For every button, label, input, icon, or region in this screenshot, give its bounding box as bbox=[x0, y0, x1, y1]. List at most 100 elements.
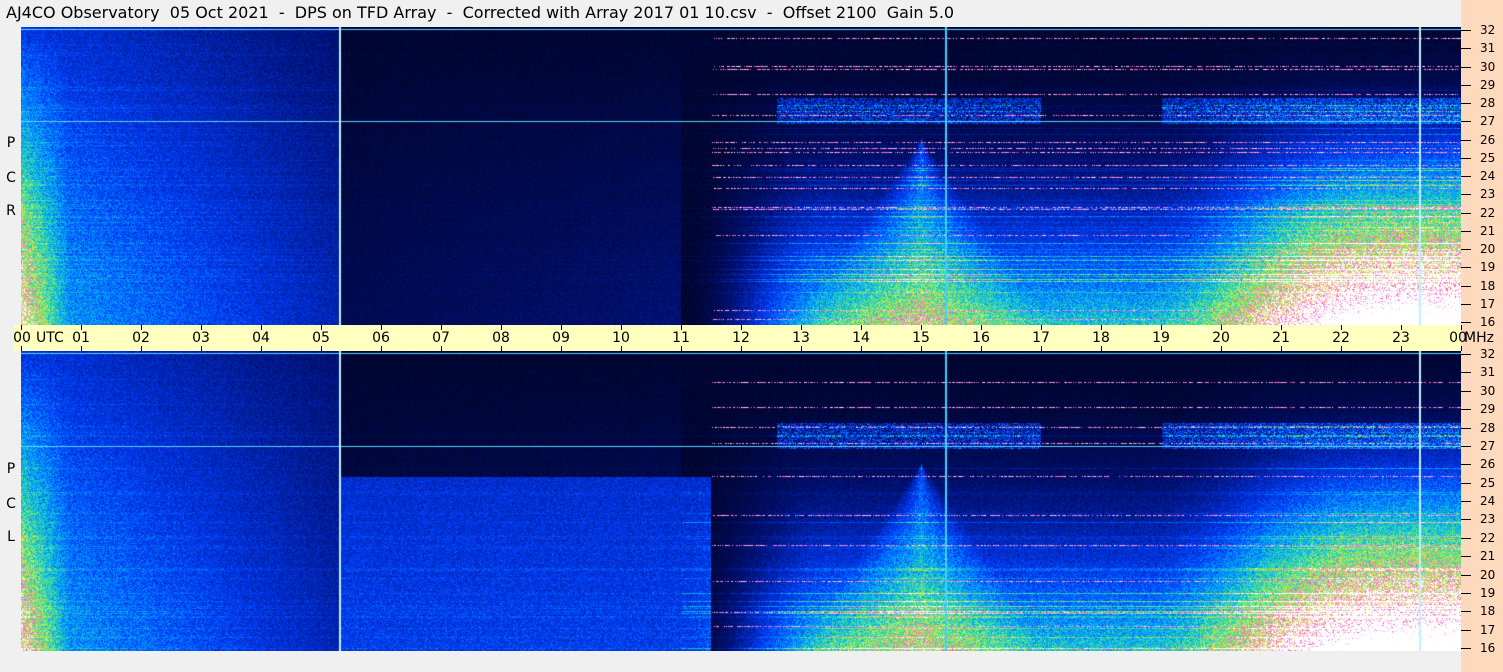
x-tick bbox=[21, 346, 22, 351]
y-tick bbox=[1461, 611, 1471, 612]
x-tick-label: 02 bbox=[132, 330, 150, 346]
y-tick-label: 16 bbox=[1480, 315, 1496, 329]
y-tick-label: 21 bbox=[1480, 549, 1496, 563]
x-tick bbox=[1101, 346, 1102, 351]
x-tick-label: 14 bbox=[852, 330, 870, 346]
y-tick-label: 30 bbox=[1480, 384, 1496, 398]
y-tick-label: 25 bbox=[1480, 476, 1496, 490]
y-tick bbox=[1461, 286, 1471, 287]
x-tick-label: 21 bbox=[1272, 330, 1290, 346]
x-tick bbox=[321, 346, 322, 351]
y-tick-label: 19 bbox=[1480, 260, 1496, 274]
y-tick bbox=[1461, 67, 1471, 68]
y-tick bbox=[1461, 194, 1471, 195]
y-tick bbox=[1461, 231, 1471, 232]
x-tick bbox=[381, 346, 382, 351]
x-tick-label: 08 bbox=[492, 330, 510, 346]
y-tick-label: 19 bbox=[1480, 586, 1496, 600]
x-tick bbox=[201, 346, 202, 351]
x-tick-label: 03 bbox=[192, 330, 210, 346]
x-tick bbox=[801, 346, 802, 351]
y-tick bbox=[1461, 267, 1471, 268]
x-tick-label: 17 bbox=[1032, 330, 1050, 346]
x-tick-label: 01 bbox=[72, 330, 90, 346]
y-tick bbox=[1461, 409, 1471, 410]
y-tick bbox=[1461, 446, 1471, 447]
x-tick bbox=[501, 346, 502, 351]
x-tick bbox=[561, 346, 562, 351]
pol-letter: P bbox=[6, 135, 16, 151]
y-tick-label: 27 bbox=[1480, 114, 1496, 128]
x-tick bbox=[1401, 346, 1402, 351]
pol-letter: C bbox=[6, 496, 16, 512]
y-tick-label: 28 bbox=[1480, 421, 1496, 435]
y-tick-label: 21 bbox=[1480, 224, 1496, 238]
y-tick bbox=[1461, 391, 1471, 392]
x-tick-label: 19 bbox=[1152, 330, 1170, 346]
time-axis: 00 01 02 03 04 05 06 07 08 09 10 11 12 13 14 15 16 17 18 19… bbox=[13, 325, 1467, 351]
y-tick-label: 20 bbox=[1480, 568, 1496, 582]
y-tick-label: 18 bbox=[1480, 604, 1496, 618]
y-tick bbox=[1461, 483, 1471, 484]
pol-letter: R bbox=[6, 203, 16, 219]
y-tick-label: 26 bbox=[1480, 133, 1496, 147]
spectrogram-rcp bbox=[21, 27, 1461, 325]
y-tick bbox=[1461, 213, 1471, 214]
x-tick-label: 16 bbox=[972, 330, 990, 346]
y-tick-label: 16 bbox=[1480, 641, 1496, 655]
y-tick-label: 20 bbox=[1480, 242, 1496, 256]
y-tick-label: 24 bbox=[1480, 169, 1496, 183]
y-tick bbox=[1461, 48, 1471, 49]
y-tick-label: 17 bbox=[1480, 297, 1496, 311]
y-tick-label: 25 bbox=[1480, 151, 1496, 165]
y-tick bbox=[1461, 30, 1471, 31]
y-tick bbox=[1461, 121, 1471, 122]
pol-letter: C bbox=[6, 170, 16, 186]
x-tick bbox=[681, 346, 682, 351]
y-tick bbox=[1461, 176, 1471, 177]
x-tick bbox=[261, 346, 262, 351]
x-tick-label: 05 bbox=[312, 330, 330, 346]
x-tick-label: 13 bbox=[792, 330, 810, 346]
x-tick-label: 18 bbox=[1092, 330, 1110, 346]
y-tick-label: 17 bbox=[1480, 623, 1496, 637]
x-tick bbox=[1041, 346, 1042, 351]
y-tick-label: 22 bbox=[1480, 206, 1496, 220]
y-tick bbox=[1461, 304, 1471, 305]
x-tick bbox=[621, 346, 622, 351]
x-tick bbox=[981, 346, 982, 351]
y-tick-label: 24 bbox=[1480, 494, 1496, 508]
x-tick bbox=[861, 346, 862, 351]
x-tick-label: 12 bbox=[732, 330, 750, 346]
y-tick bbox=[1461, 103, 1471, 104]
y-tick bbox=[1461, 556, 1471, 557]
x-tick-label: 10 bbox=[612, 330, 630, 346]
y-tick bbox=[1461, 538, 1471, 539]
y-tick-label: 18 bbox=[1480, 279, 1496, 293]
y-tick-label: 27 bbox=[1480, 439, 1496, 453]
y-tick-label: 22 bbox=[1480, 531, 1496, 545]
y-tick bbox=[1461, 428, 1471, 429]
x-tick bbox=[921, 346, 922, 351]
y-tick-label: 29 bbox=[1480, 78, 1496, 92]
y-tick-label: 32 bbox=[1480, 23, 1496, 37]
x-tick-label: 00 bbox=[13, 330, 31, 346]
x-tick-label: 04 bbox=[252, 330, 270, 346]
y-tick bbox=[1461, 158, 1471, 159]
x-tick-label: 15 bbox=[912, 330, 930, 346]
utc-label: UTC bbox=[36, 330, 64, 346]
x-tick-label: 22 bbox=[1332, 330, 1350, 346]
y-tick bbox=[1461, 519, 1471, 520]
spectrogram-lcp bbox=[21, 351, 1461, 651]
chart-title: AJ4CO Observatory 05 Oct 2021 - DPS on T… bbox=[6, 3, 955, 22]
x-tick bbox=[81, 346, 82, 351]
x-tick bbox=[141, 346, 142, 351]
y-tick bbox=[1461, 630, 1471, 631]
x-tick bbox=[741, 346, 742, 351]
x-tick bbox=[1221, 346, 1222, 351]
x-tick-label: 06 bbox=[372, 330, 390, 346]
y-tick-label: 29 bbox=[1480, 402, 1496, 416]
y-tick-label: 28 bbox=[1480, 96, 1496, 110]
y-tick bbox=[1461, 501, 1471, 502]
y-tick bbox=[1461, 85, 1471, 86]
